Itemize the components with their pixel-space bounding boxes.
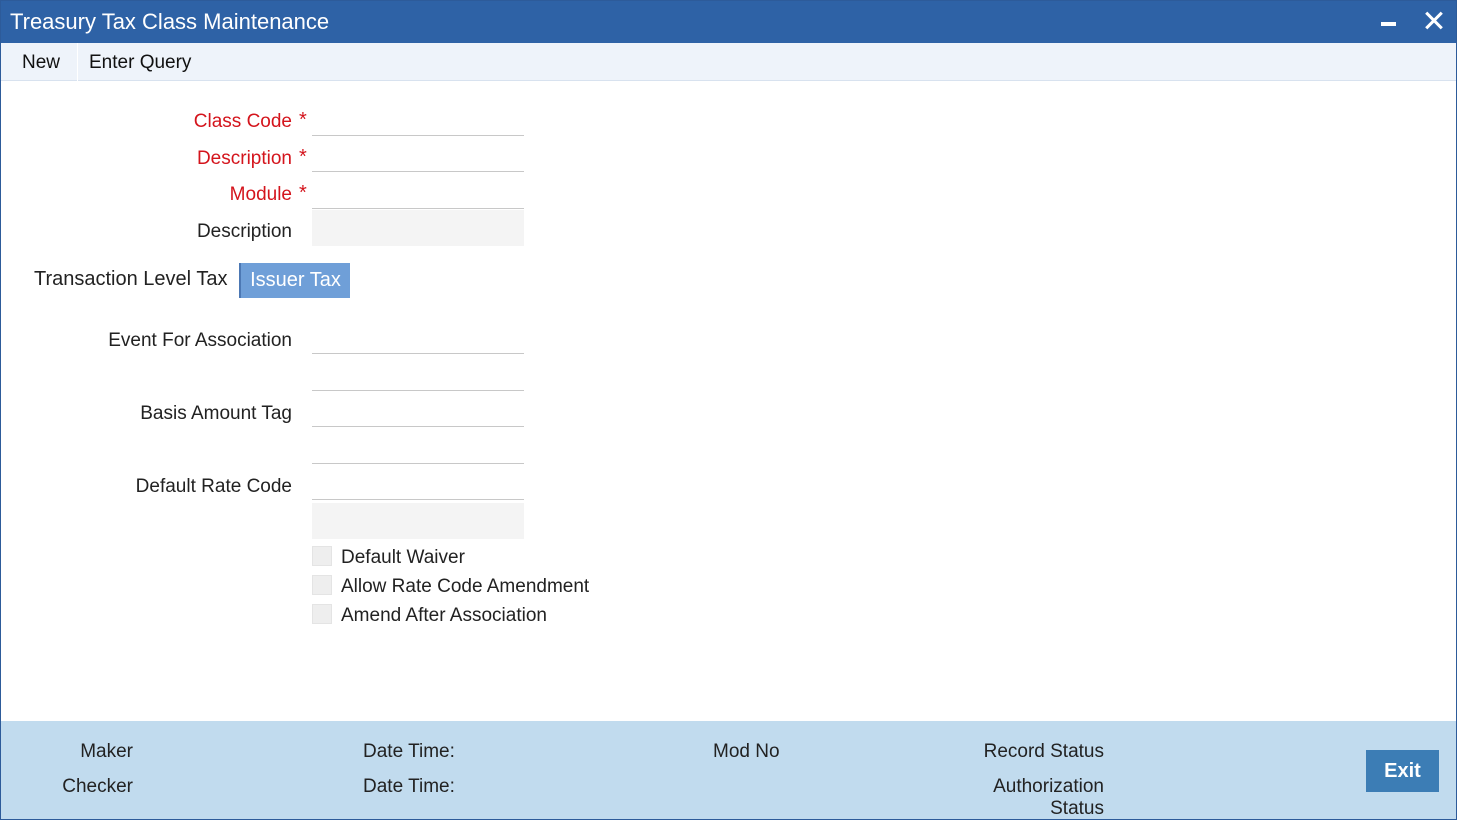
default-rate-code-label: Default Rate Code [135,476,292,497]
description-label: Description [196,148,292,169]
new-button[interactable]: New [22,52,60,74]
amend-after-association-checkbox[interactable] [312,604,332,624]
default-rate-description-field [312,503,524,539]
required-marker: * [299,182,307,204]
minimize-icon[interactable] [1373,7,1403,37]
checker-date-time-label: Date Time: [363,776,455,797]
toolbar-divider [77,43,78,81]
event-for-association-input[interactable] [312,327,524,354]
required-marker: * [299,146,307,168]
default-waiver-label: Default Waiver [341,547,465,568]
audit-footer: Maker Checker Date Time: Date Time: Mod … [1,721,1456,819]
title-bar: Treasury Tax Class Maintenance [1,1,1456,43]
module-description-field [312,210,524,246]
maker-date-time-label: Date Time: [363,741,455,762]
event-description-input[interactable] [312,364,524,391]
default-rate-code-input[interactable] [312,473,524,500]
mod-no-label: Mod No [713,741,780,762]
allow-rate-code-amendment-checkbox[interactable] [312,575,332,595]
module-description-label: Description [196,221,292,242]
module-label: Module [229,184,292,205]
checker-label: Checker [62,776,133,797]
authorization-label: Authorization [993,776,1104,797]
tab-transaction-level-tax[interactable]: Transaction Level Tax [34,268,227,291]
maker-label: Maker [80,741,133,762]
basis-amount-tag-input[interactable] [312,400,524,427]
class-code-input[interactable] [312,109,524,136]
event-for-association-label: Event For Association [108,330,292,351]
module-input[interactable] [312,182,524,209]
required-marker: * [299,109,307,131]
basis-amount-description-input[interactable] [312,437,524,464]
class-code-label: Class Code [193,111,292,132]
close-icon[interactable] [1419,7,1449,37]
toolbar: New Enter Query [1,43,1456,81]
window: Treasury Tax Class Maintenance New Enter… [0,0,1457,820]
amend-after-association-label: Amend After Association [341,605,547,626]
default-waiver-checkbox[interactable] [312,546,332,566]
basis-amount-tag-label: Basis Amount Tag [140,403,292,424]
allow-rate-code-amendment-label: Allow Rate Code Amendment [341,576,590,597]
window-title: Treasury Tax Class Maintenance [10,9,330,34]
record-status-label: Record Status [983,741,1104,762]
authorization-status-label: Status [1050,798,1104,819]
exit-button[interactable]: Exit [1366,750,1439,792]
enter-query-button[interactable]: Enter Query [89,52,191,74]
description-input[interactable] [312,145,524,172]
tab-issuer-tax[interactable]: Issuer Tax [239,263,350,298]
